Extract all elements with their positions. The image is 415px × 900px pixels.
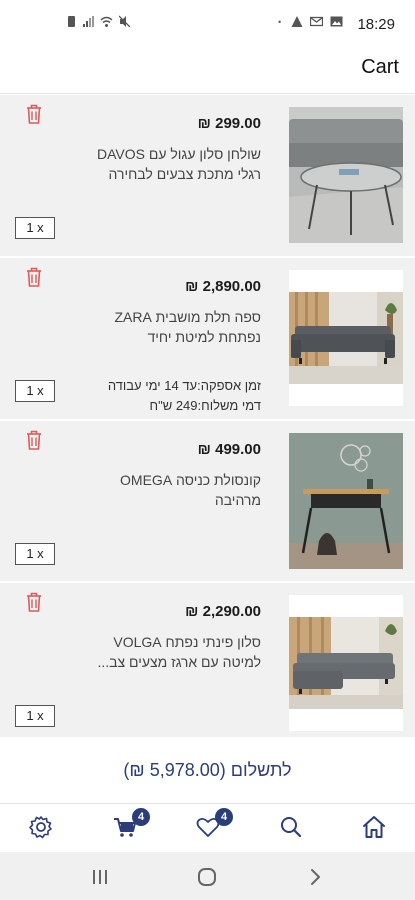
item-price: 2,290.00 ₪ (185, 603, 261, 620)
item-desc-line: למיטה עם ארגז מצעים צב... (97, 654, 261, 670)
quantity-selector[interactable]: 1 x (15, 217, 55, 239)
status-icons-left (66, 15, 130, 28)
item-price: 299.00 ₪ (197, 115, 261, 132)
nav-cart[interactable]: 4 (110, 808, 150, 842)
recents-icon (93, 870, 107, 884)
delivery-info: זמן אספקה:עד 14 ימי עבודה דמי משלוח:249 … (71, 376, 261, 416)
grey-sofa-photo (289, 270, 403, 406)
item-price: 2,890.00 ₪ (185, 278, 261, 295)
item-desc-line: שולחן סלון עגול עם DAVOS (96, 146, 261, 162)
corner-sofa-photo (289, 595, 403, 731)
checkout-bar: לתשלום (5,978.00 ₪) (0, 740, 415, 804)
status-icons-right (278, 15, 343, 28)
quantity-selector[interactable]: 1 x (15, 380, 55, 402)
quantity-selector[interactable]: 1 x (15, 543, 55, 565)
item-price: 499.00 ₪ (197, 441, 261, 458)
cart-item: 1 x 2,290.00 ₪ סלון פינתי נפתח VOLGA למי… (0, 583, 415, 737)
home-icon (363, 816, 385, 838)
status-bar: 18:29 (0, 0, 415, 48)
item-description[interactable]: שולחן סלון עגול עם DAVOS רגלי מתכת צבעים… (71, 144, 261, 184)
battery-saver-icon (68, 16, 75, 27)
item-desc-line: רגלי מתכת צבעים לבחירה (108, 166, 261, 182)
item-desc-line: ספה תלת מושבית ZARA (114, 309, 261, 325)
product-image[interactable] (289, 433, 403, 569)
system-nav-bar (0, 852, 415, 900)
entry-console-photo (289, 433, 403, 569)
dot-icon (278, 20, 281, 23)
cart-item: 1 x 499.00 ₪ קונסולת כניסה OMEGA מרהיבה (0, 421, 415, 583)
product-image[interactable] (289, 595, 403, 731)
item-description[interactable]: סלון פינתי נפתח VOLGA למיטה עם ארגז מצעי… (71, 632, 261, 672)
image-icon (330, 16, 343, 27)
trash-icon[interactable] (24, 103, 44, 125)
page-title: Cart (361, 56, 399, 78)
home-system-button[interactable] (196, 866, 218, 888)
item-desc-line: קונסולת כניסה OMEGA (120, 472, 261, 488)
item-desc-line: מרהיבה (214, 492, 261, 508)
quantity-selector[interactable]: 1 x (15, 705, 55, 727)
signal-icon (83, 16, 94, 27)
cart-badge: 4 (132, 808, 150, 826)
cart-item: 1 x 299.00 ₪ שולחן סלון עגול עם DAVOS רג… (0, 95, 415, 258)
checkout-button[interactable]: לתשלום (5,978.00 ₪) (0, 760, 415, 781)
nav-search[interactable] (276, 812, 306, 842)
back-button[interactable] (304, 866, 326, 888)
delivery-time: זמן אספקה:עד 14 ימי עבודה (107, 378, 261, 393)
cart-item: 1 x 2,890.00 ₪ ספה תלת מושבית ZARA נפתחת… (0, 258, 415, 421)
warning-icon (291, 16, 303, 27)
nav-home[interactable] (359, 812, 389, 842)
product-image[interactable] (289, 107, 403, 243)
home-circle-icon (198, 868, 216, 886)
item-description[interactable]: ספה תלת מושבית ZARA נפתחת למיטת יחיד (71, 307, 261, 347)
mute-icon (119, 15, 130, 28)
chevron-right-icon (311, 869, 320, 885)
nav-settings[interactable] (26, 812, 56, 842)
wishlist-badge: 4 (215, 808, 233, 826)
settings-icon (29, 816, 52, 839)
cart-list: 1 x 299.00 ₪ שולחן סלון עגול עם DAVOS רג… (0, 95, 415, 737)
shipping-fee: דמי משלוח:249 ש"ח (149, 398, 261, 413)
trash-icon[interactable] (24, 591, 44, 613)
round-coffee-table-photo (289, 107, 403, 243)
recents-button[interactable] (89, 866, 111, 888)
item-desc-line: נפתחת למיטת יחיד (147, 329, 262, 345)
search-icon (281, 817, 302, 838)
mail-icon (310, 16, 323, 27)
item-desc-line: סלון פינתי נפתח VOLGA (113, 634, 261, 650)
status-time: 18:29 (357, 16, 395, 33)
app-header: Cart (0, 48, 415, 94)
nav-wishlist[interactable]: 4 (193, 808, 233, 842)
wifi-icon (100, 16, 113, 27)
item-description[interactable]: קונסולת כניסה OMEGA מרהיבה (71, 470, 261, 510)
trash-icon[interactable] (24, 429, 44, 451)
trash-icon[interactable] (24, 266, 44, 288)
product-image[interactable] (289, 270, 403, 406)
bottom-nav: 4 4 (0, 804, 415, 852)
